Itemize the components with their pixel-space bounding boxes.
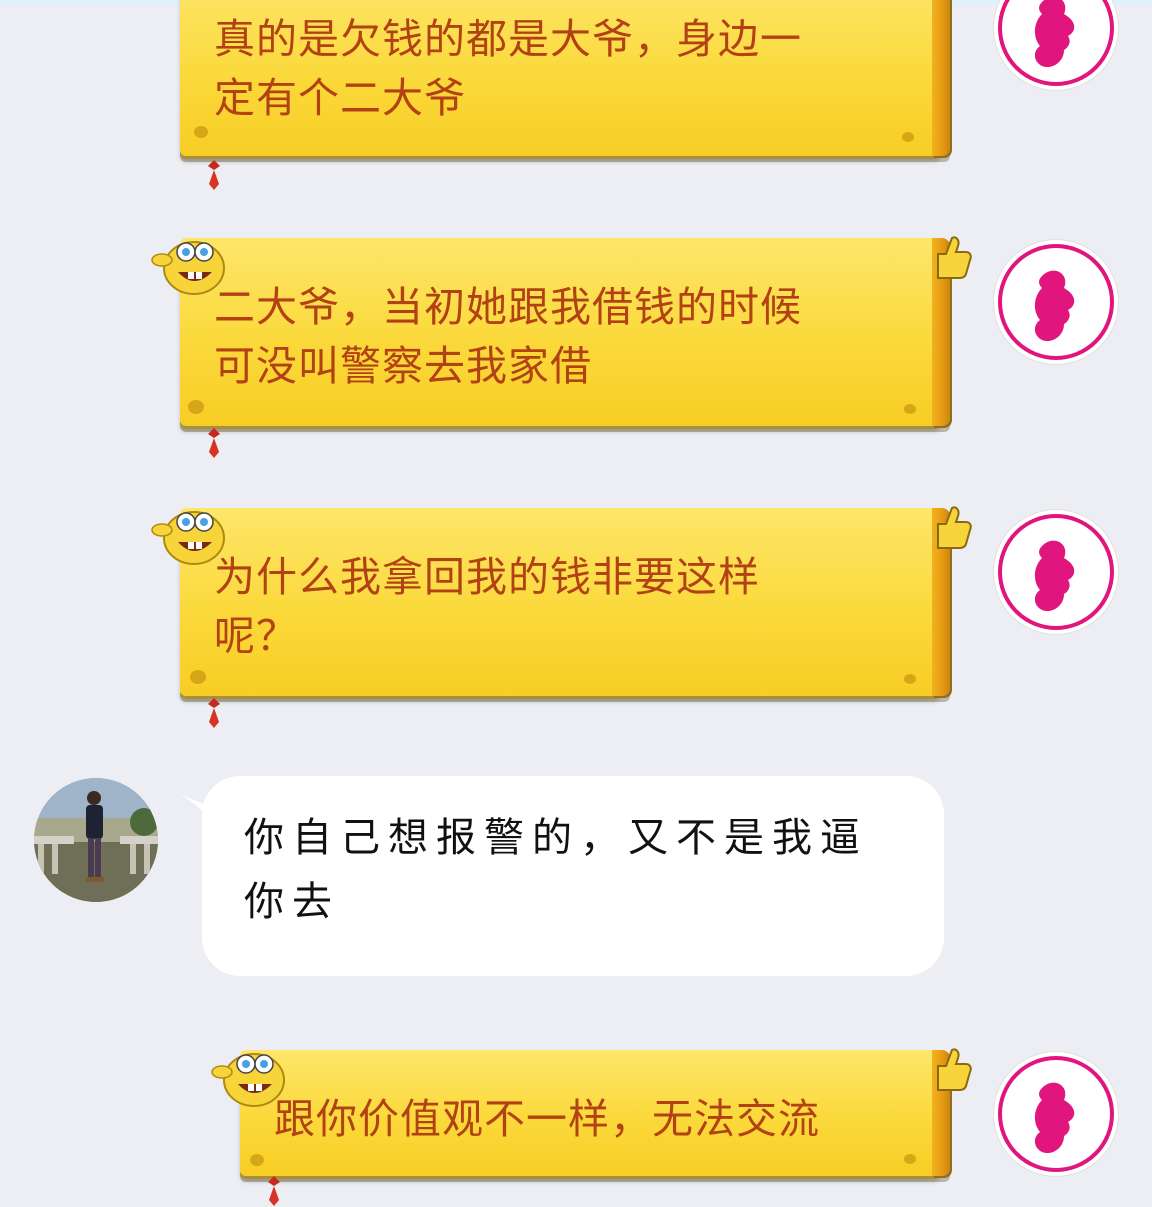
scroll-shadow — [180, 422, 950, 432]
red-tie-icon — [208, 698, 220, 728]
contact-avatar[interactable] — [994, 1052, 1118, 1176]
message-text: 二大爷，当初她跟我借钱的时候 可没叫警察去我家借 — [214, 283, 802, 390]
female-profile-logo-icon — [998, 0, 1114, 86]
scroll-shadow — [180, 692, 950, 702]
user-avatar[interactable] — [34, 778, 158, 902]
message-bubble[interactable]: 二大爷，当初她跟我借钱的时候 可没叫警察去我家借 — [180, 238, 950, 432]
message-bubble[interactable]: 跟你价值观不一样，无法交流 — [240, 1050, 950, 1182]
red-tie-icon — [208, 428, 220, 458]
message-text: 为什么我拿回我的钱非要这样 呢？ — [214, 553, 760, 660]
contact-avatar[interactable] — [994, 240, 1118, 364]
contact-avatar[interactable] — [994, 510, 1118, 634]
dot-decoration — [904, 674, 916, 684]
dot-decoration — [190, 670, 206, 684]
contact-avatar[interactable] — [994, 0, 1118, 90]
female-profile-logo-icon — [998, 514, 1114, 630]
thumbs-up-icon — [937, 236, 972, 279]
message-bubble[interactable]: 真的是欠钱的都是大爷，身边一 定有个二大爷 — [180, 0, 950, 162]
red-tie-icon — [268, 1176, 280, 1206]
thumbs-up-icon — [937, 1048, 972, 1091]
dot-decoration — [902, 132, 914, 142]
message-bubble[interactable]: 你自己想报警的，又不是我逼 你去 — [202, 776, 944, 976]
message-text: 你自己想报警的，又不是我逼 你去 — [244, 815, 868, 925]
sponge-character-icon — [211, 1053, 285, 1107]
dot-decoration — [188, 400, 204, 414]
message-bubble[interactable]: 为什么我拿回我的钱非要这样 呢？ — [180, 508, 950, 702]
message-text: 真的是欠钱的都是大爷，身边一 定有个二大爷 — [214, 15, 802, 122]
person-photo-avatar — [34, 778, 158, 902]
message-text: 跟你价值观不一样，无法交流 — [274, 1095, 820, 1143]
scroll-shadow — [240, 1172, 950, 1182]
dot-decoration — [250, 1154, 264, 1166]
sponge-character-icon — [151, 241, 225, 295]
female-profile-logo-icon — [998, 1056, 1114, 1172]
scroll-roll-decoration — [932, 0, 950, 156]
scroll-shadow — [180, 152, 950, 162]
thumbs-up-icon — [937, 506, 972, 549]
red-tie-icon — [208, 160, 220, 190]
sponge-character-icon — [151, 511, 225, 565]
dot-decoration — [194, 126, 208, 138]
dot-decoration — [904, 404, 916, 414]
dot-decoration — [904, 1154, 916, 1164]
female-profile-logo-icon — [998, 244, 1114, 360]
